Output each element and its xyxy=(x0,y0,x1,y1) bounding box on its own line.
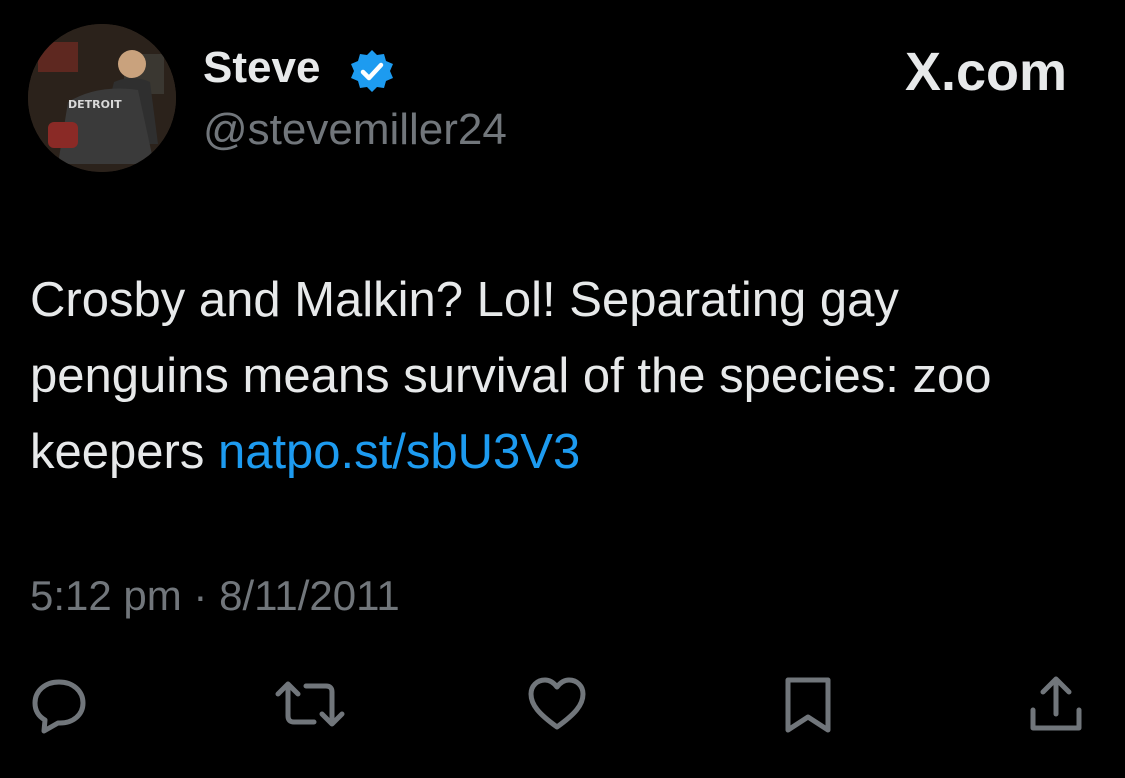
tweet-link[interactable]: natpo.st/sbU3V3 xyxy=(218,425,580,479)
share-icon xyxy=(1030,676,1082,731)
avatar-image: DETROIT xyxy=(28,24,176,172)
retweet-button[interactable] xyxy=(270,672,345,736)
verified-badge-icon xyxy=(348,48,396,96)
user-handle[interactable]: @stevemiller24 xyxy=(203,104,507,156)
meta-separator: · xyxy=(181,572,220,619)
brand-logo: X.com xyxy=(904,42,1067,102)
like-icon xyxy=(528,677,586,730)
avatar-shirt-text: DETROIT xyxy=(68,98,122,111)
reply-button[interactable] xyxy=(27,672,91,736)
bookmark-button[interactable] xyxy=(776,672,840,736)
reply-icon xyxy=(32,679,86,734)
share-button[interactable] xyxy=(1024,672,1088,736)
tweet-time: 5:12 pm xyxy=(30,572,182,619)
tweet-timestamp[interactable]: 5:12 pm · 8/11/2011 xyxy=(30,570,400,622)
tweet-text: Crosby and Malkin? Lol! Separating gay p… xyxy=(30,262,1090,490)
like-button[interactable] xyxy=(525,672,589,736)
avatar[interactable]: DETROIT xyxy=(28,24,176,172)
display-name[interactable]: Steve xyxy=(203,42,320,94)
tweet-date: 8/11/2011 xyxy=(219,572,400,619)
bookmark-icon xyxy=(785,677,831,733)
retweet-icon xyxy=(275,681,345,727)
